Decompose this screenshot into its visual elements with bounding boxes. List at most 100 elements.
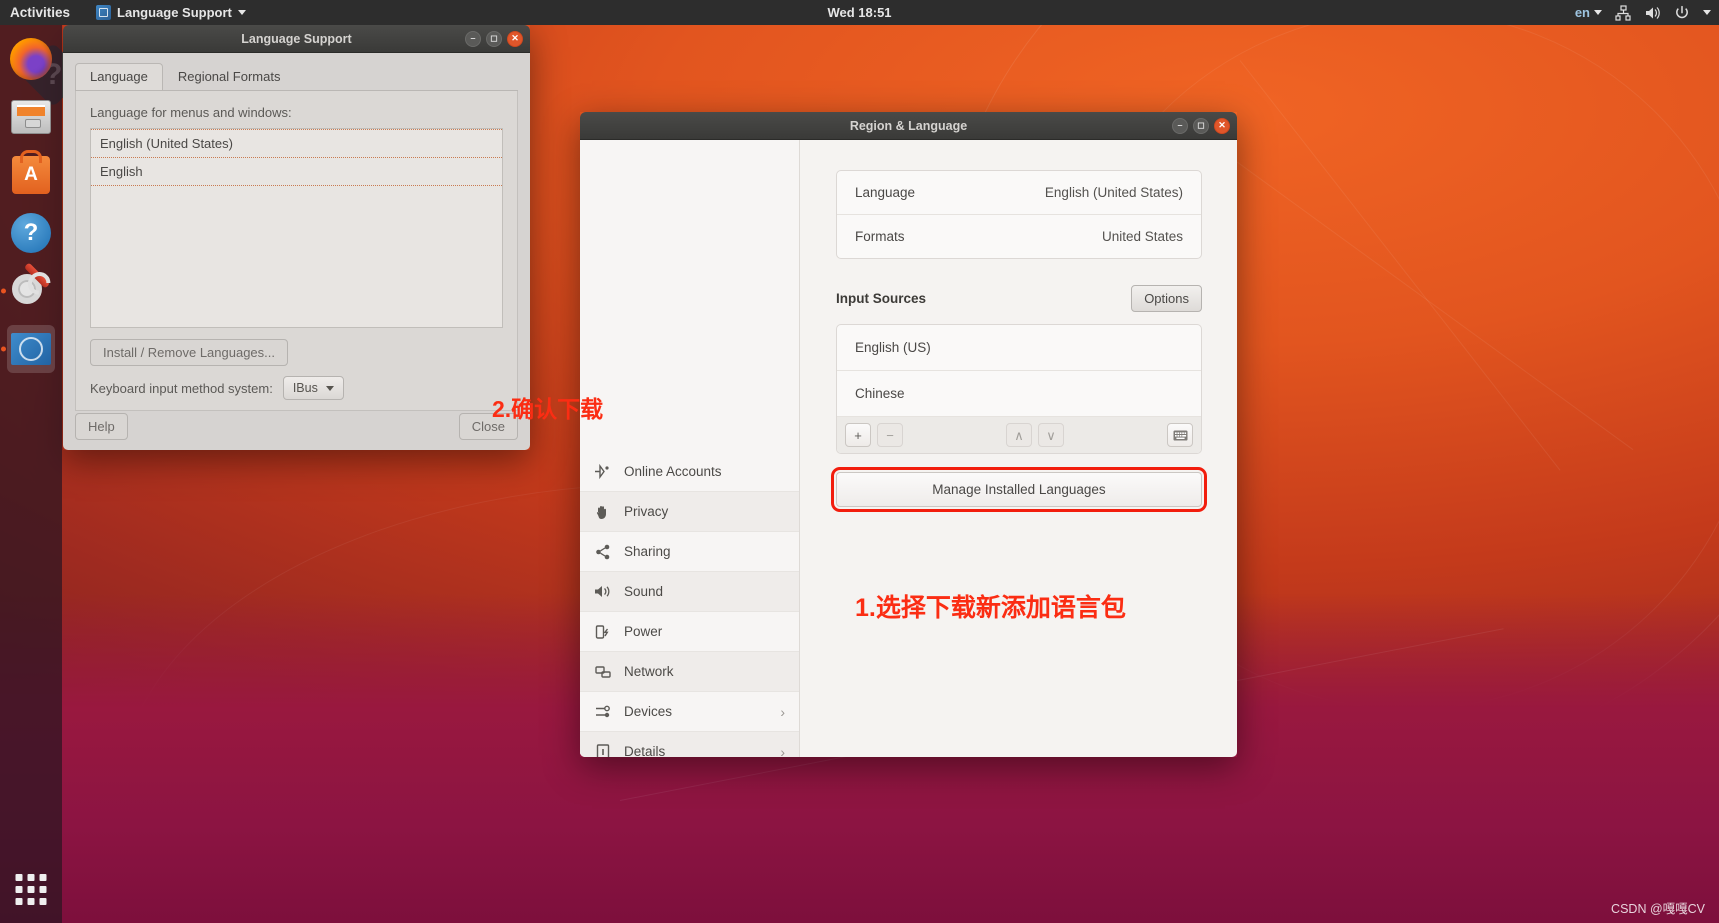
sidebar-item-devices[interactable]: Devices › [580,692,799,732]
app-menu-label: Language Support [117,5,232,20]
tab-regional-formats[interactable]: Regional Formats [163,63,296,90]
online-accounts-icon [594,463,611,480]
input-source-row[interactable]: Chinese [837,371,1201,417]
minimize-button[interactable]: – [1172,117,1188,134]
network-icon [594,663,611,680]
dock-item-help[interactable]: ? [7,209,55,257]
details-info-icon [594,743,611,757]
input-method-row: Keyboard input method system: IBus [90,376,503,400]
devices-icon [594,703,611,720]
language-panel-label: Language for menus and windows: [90,105,292,120]
sidebar-item-label: Power [624,624,663,639]
remove-input-source-button[interactable]: − [877,423,903,447]
input-sources-title: Input Sources [836,291,927,306]
annotation-step-2: 2.确认下载 [492,396,604,422]
watermark: CSDN @嘎嘎CV [1611,902,1705,916]
chevron-right-icon: › [780,743,785,758]
keyboard-layout-indicator[interactable]: en [1575,5,1602,20]
region-window-controls: – ◻ ✕ [1172,117,1230,134]
maximize-button[interactable]: ◻ [486,30,502,47]
row-value: English (United States) [1044,185,1183,200]
maximize-button[interactable]: ◻ [1193,117,1209,134]
sidebar-item-label: Devices [624,704,673,719]
manage-installed-languages-button[interactable]: Manage Installed Languages [836,472,1202,507]
language-list[interactable]: English (United States) English [90,128,503,328]
close-button[interactable]: ✕ [507,30,523,47]
sidebar-item-power[interactable]: Power [580,612,799,652]
language-support-body: Language Regional Formats Language for m… [63,53,530,450]
chevron-down-icon [1594,10,1602,15]
settings-icon [10,262,52,312]
help-icon: ? [11,213,51,253]
firefox-icon [10,38,52,80]
power-battery-icon [594,623,611,640]
chevron-right-icon: › [780,703,785,720]
sidebar-item-label: Details [624,744,666,757]
sidebar-item-sound[interactable]: Sound [580,572,799,612]
row-label: Language [855,185,916,200]
sidebar-item-label: Privacy [624,504,669,519]
files-icon [11,100,51,134]
sidebar-item-label: Online Accounts [624,464,722,479]
dock-item-settings[interactable] [7,262,55,315]
region-window-titlebar[interactable]: Region & Language – ◻ ✕ [580,112,1237,140]
language-support-icon [11,333,51,365]
dock-item-firefox[interactable] [7,35,55,83]
dock-item-files[interactable] [7,93,55,141]
input-sources-toolbar: + − ∧ ∨ [837,417,1201,453]
sidebar-item-sharing[interactable]: Sharing [580,532,799,572]
sidebar-item-details[interactable]: Details › [580,732,799,757]
power-icon[interactable] [1674,5,1690,21]
sidebar-item-online-accounts[interactable]: Online Accounts [580,452,799,492]
input-sources-header: Input Sources Options [836,285,1202,312]
dock-item-software[interactable]: A [7,151,55,199]
minimize-button[interactable]: – [465,30,481,47]
add-input-source-button[interactable]: + [845,423,871,447]
move-up-button[interactable]: ∧ [1006,423,1032,447]
region-window-body: Online Accounts Privacy Sharing Sound Po… [580,140,1237,757]
sidebar-item-privacy[interactable]: Privacy [580,492,799,532]
volume-icon[interactable] [1644,5,1661,21]
options-button[interactable]: Options [1131,285,1202,312]
help-button[interactable]: Help [75,413,128,440]
network-icon[interactable] [1615,4,1631,21]
region-main-content: Language English (United States) Formats… [800,140,1237,757]
row-value: United States [1101,229,1183,244]
install-remove-languages-button[interactable]: Install / Remove Languages... [90,339,288,366]
show-applications-button[interactable] [15,874,47,905]
dock-item-language-support[interactable] [7,325,55,373]
sidebar-item-network[interactable]: Network [580,652,799,692]
app-menu-button[interactable]: Language Support [96,5,246,20]
row-formats[interactable]: Formats United States [837,215,1201,258]
language-list-item[interactable]: English (United States) [91,129,502,158]
input-method-value: IBus [292,381,318,395]
sharing-icon [594,543,611,560]
input-method-select[interactable]: IBus [282,376,344,400]
row-label: Formats [855,229,905,244]
language-support-window: Language Support – ◻ ✕ Language Regional… [63,25,530,450]
input-method-label: Keyboard input method system: [90,380,273,396]
keyboard-icon[interactable] [1167,423,1193,447]
keyboard-layout-label: en [1574,5,1590,20]
chevron-down-icon[interactable] [1703,10,1711,15]
language-support-title: Language Support [241,31,352,46]
clock[interactable]: Wed 18:51 [827,5,891,20]
annotation-step-1: 1.选择下载新添加语言包 [855,594,1126,622]
sound-icon [594,583,611,600]
language-support-tabs: Language Regional Formats [75,63,518,91]
language-support-titlebar[interactable]: Language Support – ◻ ✕ [63,25,530,53]
language-list-item[interactable]: English [91,158,502,186]
tab-language[interactable]: Language [75,63,163,90]
close-button[interactable]: ✕ [1214,117,1230,134]
region-window-title: Region & Language [849,118,968,133]
sidebar-item-label: Sharing [624,544,671,559]
region-summary-card: Language English (United States) Formats… [836,170,1202,259]
sidebar-item-label: Network [624,664,674,679]
language-support-icon [96,5,112,20]
screen: Activities Language Support Wed 18:51 en [0,0,1719,923]
region-and-language-window: Region & Language – ◻ ✕ Online Accounts [580,112,1237,757]
activities-button[interactable]: Activities [10,5,70,20]
input-source-row[interactable]: English (US) [837,325,1201,371]
move-down-button[interactable]: ∨ [1038,423,1064,447]
row-language[interactable]: Language English (United States) [837,171,1201,215]
